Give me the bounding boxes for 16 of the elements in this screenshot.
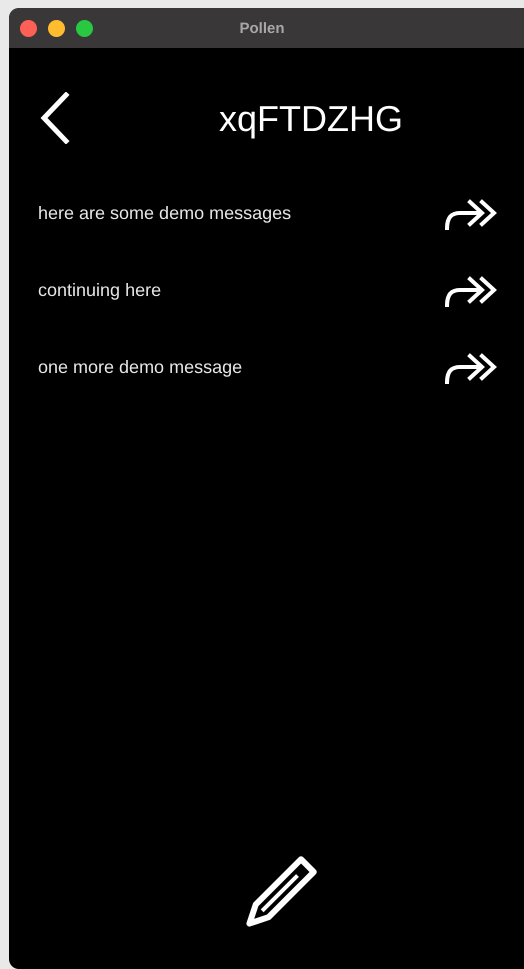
- minimize-button[interactable]: [48, 20, 65, 37]
- window-title: Pollen: [239, 20, 284, 36]
- forward-icon: [444, 350, 498, 384]
- forward-button[interactable]: [444, 274, 498, 308]
- forward-button[interactable]: [444, 196, 498, 230]
- forward-button[interactable]: [444, 350, 498, 384]
- zoom-button[interactable]: [76, 20, 93, 37]
- forward-icon: [444, 196, 498, 230]
- message-text: continuing here: [38, 280, 162, 301]
- message-text: one more demo message: [38, 357, 242, 378]
- conversation-title: xqFTDZHG: [219, 98, 403, 140]
- forward-icon: [444, 274, 498, 308]
- back-icon: [39, 92, 71, 144]
- message-text: here are some demo messages: [38, 203, 292, 224]
- back-button[interactable]: [39, 92, 71, 144]
- close-button[interactable]: [20, 20, 37, 37]
